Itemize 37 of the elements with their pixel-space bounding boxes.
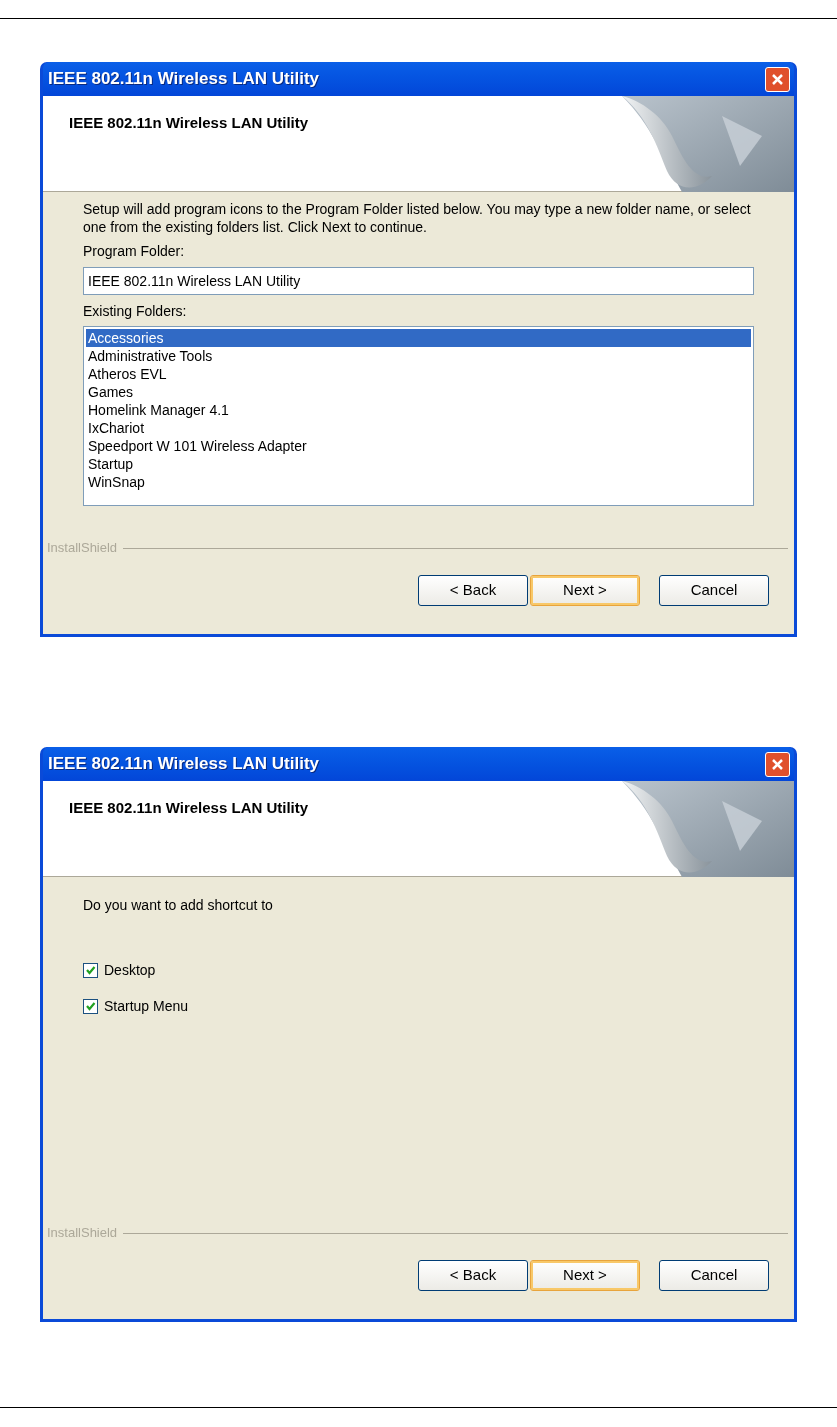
close-icon — [771, 72, 784, 86]
close-button[interactable] — [765, 66, 790, 92]
list-item[interactable]: IxChariot — [86, 419, 751, 437]
check-icon — [85, 1000, 96, 1012]
window-title: IEEE 802.11n Wireless LAN Utility — [48, 753, 319, 776]
list-item[interactable]: Games — [86, 383, 751, 401]
checkbox[interactable] — [83, 962, 98, 978]
list-item[interactable]: Speedport W 101 Wireless Adapter — [86, 437, 751, 455]
header-title: IEEE 802.11n Wireless LAN Utility — [69, 113, 309, 133]
window-title: IEEE 802.11n Wireless LAN Utility — [48, 68, 319, 91]
checkbox-option[interactable]: Desktop — [83, 961, 754, 979]
instruction-text: Do you want to add shortcut to — [83, 896, 274, 914]
brand-label: InstallShield — [47, 539, 118, 558]
header-title: IEEE 802.11n Wireless LAN Utility — [69, 798, 309, 818]
dialog-button[interactable]: < Back — [418, 1260, 528, 1291]
dialog-button[interactable]: Next > — [530, 575, 640, 606]
field-label: Existing Folders: — [83, 302, 188, 320]
folder-input[interactable]: IEEE 802.11n Wireless LAN Utility — [83, 267, 754, 295]
instruction-text: Setup will add program icons to the Program Folder listed below. You may type a new folder name, or select one from the existing folders list. Click Next to continue. — [83, 200, 752, 236]
list-item[interactable]: WinSnap — [86, 473, 751, 491]
list-item[interactable]: Accessories — [86, 329, 751, 347]
brand-label: InstallShield — [47, 1224, 118, 1243]
field-label: Program Folder: — [83, 242, 186, 260]
checkbox-option[interactable]: Startup Menu — [83, 997, 754, 1015]
dialog-button[interactable]: Next > — [530, 1260, 640, 1291]
checkbox[interactable] — [83, 998, 98, 1014]
list-item[interactable]: Atheros EVL — [86, 365, 751, 383]
dialog-button[interactable]: < Back — [418, 575, 528, 606]
close-button[interactable] — [765, 751, 790, 777]
list-item[interactable]: Homelink Manager 4.1 — [86, 401, 751, 419]
dialog-button[interactable]: Cancel — [659, 575, 769, 606]
list-item[interactable]: Startup — [86, 455, 751, 473]
dialog-button[interactable]: Cancel — [659, 1260, 769, 1291]
folder-list[interactable]: Accessories Administrative Tools Atheros EVL Games Homelink Manager 4.1 IxChariot Speedport W 101 Wireless Adapter Startup WinSnap — [83, 326, 754, 506]
list-item[interactable]: Administrative Tools — [86, 347, 751, 365]
close-icon — [771, 757, 784, 771]
check-icon — [85, 964, 96, 976]
